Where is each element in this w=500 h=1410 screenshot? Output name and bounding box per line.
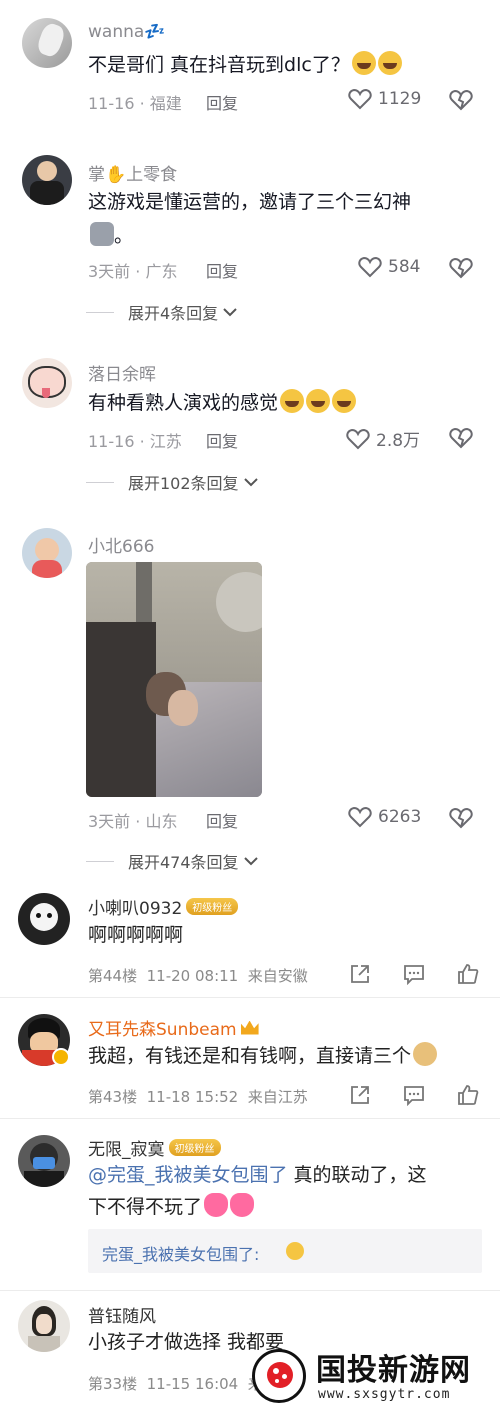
- quoted-reply[interactable]: 完蛋_我被美女包围了:: [88, 1229, 482, 1273]
- crying-emoji-icon: [377, 51, 402, 75]
- reply-button[interactable]: 回复: [206, 90, 238, 114]
- reply-button[interactable]: 回复: [206, 808, 238, 832]
- avatar[interactable]: [22, 528, 72, 578]
- weibo-comment-text: 啊啊啊啊啊: [88, 924, 184, 946]
- doge-emoji-icon: [413, 1042, 438, 1066]
- avatar[interactable]: [18, 1135, 70, 1187]
- fan-badge: 初级粉丝: [186, 898, 239, 915]
- heart-icon: [348, 88, 372, 110]
- comment-text: 有种看熟人演戏的感觉: [88, 387, 357, 419]
- comment-meta: 11-16 · 江苏: [88, 432, 182, 451]
- fan-badge: 初级粉丝: [168, 1139, 221, 1156]
- scared-emoji-icon: [306, 389, 331, 413]
- comment-icon[interactable]: [403, 1084, 425, 1106]
- crying-emoji-icon: [351, 51, 376, 75]
- heart-icon: [346, 428, 370, 449]
- like-button[interactable]: 6263: [348, 806, 421, 828]
- site-url: www.sxsgytr.com: [318, 1387, 451, 1402]
- dislike-icon[interactable]: [449, 88, 473, 112]
- weibo-comment-meta: 第33楼 11-15 16:04 来: [88, 1375, 263, 1393]
- scared-emoji-icon: [280, 389, 305, 413]
- avatar[interactable]: [18, 1300, 70, 1352]
- weibo-username[interactable]: 普钰随风: [88, 1302, 156, 1327]
- divider: [0, 997, 500, 998]
- weibo-username[interactable]: 小喇叭0932 初级粉丝: [88, 894, 239, 919]
- expand-replies-button[interactable]: 展开4条回复: [86, 300, 238, 324]
- heart-emoji-icon: [204, 1193, 229, 1217]
- divider: [86, 481, 114, 483]
- weibo-comment-meta: 第43楼 11-18 15:52 来自江苏: [88, 1088, 308, 1106]
- site-title: 国投新游网: [316, 1345, 471, 1389]
- site-watermark: 国投新游网 www.sxsgytr.com: [252, 1345, 492, 1407]
- weibo-username[interactable]: 又耳先森Sunbeam: [88, 1015, 259, 1040]
- avatar[interactable]: [18, 893, 70, 945]
- cat-emoji-icon: [90, 222, 114, 246]
- expand-replies-button[interactable]: 展开474条回复: [86, 849, 259, 873]
- comment-icon[interactable]: [403, 963, 425, 985]
- chevron-down-icon: [243, 857, 258, 866]
- dislike-icon[interactable]: [449, 426, 473, 450]
- site-logo-icon: [252, 1349, 306, 1403]
- comment-username[interactable]: 掌✋上零食: [88, 160, 177, 185]
- heart-icon: [358, 256, 382, 278]
- heart-icon: [348, 806, 372, 828]
- thumbs-up-icon[interactable]: [457, 963, 479, 985]
- share-icon[interactable]: [349, 963, 371, 985]
- comment-meta: 3天前 · 山东: [88, 812, 178, 831]
- crown-icon: [240, 1020, 259, 1035]
- divider: [0, 1118, 500, 1119]
- chevron-down-icon: [223, 308, 237, 317]
- like-button[interactable]: 2.8万: [346, 426, 420, 451]
- avatar[interactable]: [22, 155, 72, 205]
- dislike-icon[interactable]: [449, 806, 473, 830]
- comment-text: 这游戏是懂运营的，邀请了三个三幻神: [88, 191, 412, 213]
- quoted-reply-author[interactable]: 完蛋_我被美女包围了:: [102, 1241, 259, 1265]
- divider: [0, 1290, 500, 1291]
- comment-username[interactable]: wanna💤: [88, 22, 165, 42]
- laugh-emoji-icon: [286, 1242, 304, 1260]
- share-icon[interactable]: [349, 1084, 371, 1106]
- reply-button[interactable]: 回复: [206, 428, 238, 452]
- divider: [86, 311, 114, 313]
- like-count: 2.8万: [376, 431, 421, 451]
- thumbs-up-icon[interactable]: [457, 1084, 479, 1106]
- reply-button[interactable]: 回复: [206, 258, 238, 282]
- heart-emoji-icon: [230, 1193, 255, 1217]
- comment-text-line2: 。: [88, 220, 133, 252]
- comment-meta: 3天前 · 广东: [88, 262, 178, 281]
- scared-emoji-icon: [332, 389, 357, 413]
- like-count: 6263: [378, 807, 422, 827]
- comment-username[interactable]: 小北666: [88, 532, 154, 557]
- dislike-icon[interactable]: [449, 256, 473, 280]
- like-button[interactable]: 1129: [348, 88, 421, 110]
- comment-username[interactable]: 落日余晖: [88, 360, 156, 385]
- avatar[interactable]: [22, 18, 72, 68]
- weibo-comment-text-line2: 下不得不玩了: [88, 1191, 255, 1223]
- chevron-down-icon: [243, 478, 258, 487]
- mention-link[interactable]: @完蛋_我被美女包围了: [88, 1164, 288, 1186]
- verified-badge-icon: [52, 1048, 70, 1066]
- expand-replies-button[interactable]: 展开102条回复: [86, 470, 259, 494]
- weibo-comment-text: @完蛋_我被美女包围了 真的联动了，这: [88, 1164, 427, 1186]
- comment-text: 不是哥们 真在抖音玩到dlc了？: [88, 49, 402, 81]
- divider: [86, 860, 114, 862]
- like-count: 1129: [378, 89, 422, 109]
- weibo-username[interactable]: 无限_寂寞 初级粉丝: [88, 1135, 221, 1160]
- like-button[interactable]: 584: [358, 256, 420, 278]
- weibo-comment-meta: 第44楼 11-20 08:11 来自安徽: [88, 967, 308, 985]
- like-count: 584: [388, 257, 421, 277]
- weibo-comment-text: 我超，有钱还是和有钱啊，直接请三个: [88, 1040, 438, 1072]
- avatar[interactable]: [22, 358, 72, 408]
- comment-meta: 11-16 · 福建: [88, 94, 182, 113]
- comment-image[interactable]: [86, 562, 262, 797]
